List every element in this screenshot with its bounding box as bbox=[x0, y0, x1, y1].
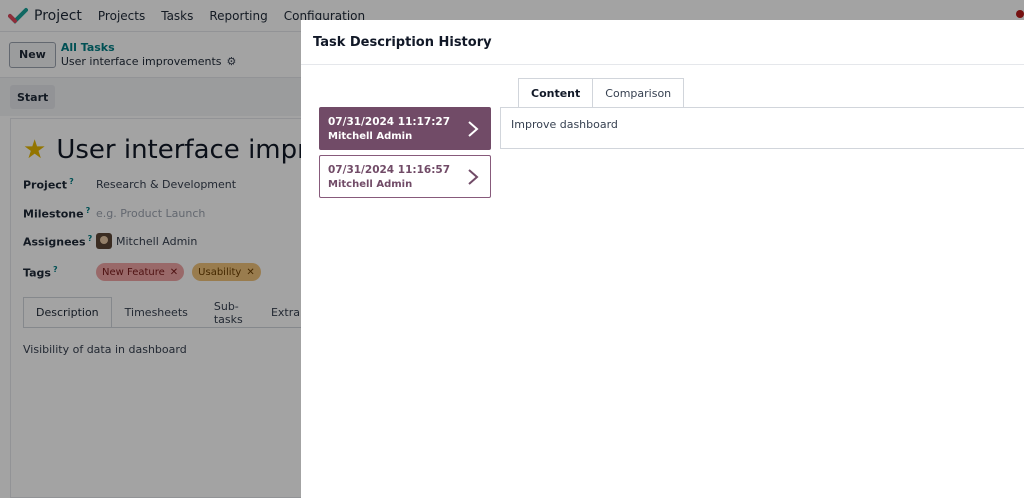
revision-user: Mitchell Admin bbox=[328, 131, 413, 142]
tab-content[interactable]: Content bbox=[518, 78, 594, 108]
description-history-dialog: Task Description History 07/31/2024 11:1… bbox=[301, 20, 1024, 498]
chevron-right-icon bbox=[466, 168, 480, 186]
chevron-right-icon bbox=[466, 120, 480, 138]
revision-content-text: Improve dashboard bbox=[511, 118, 618, 131]
tab-comparison[interactable]: Comparison bbox=[592, 78, 685, 108]
revision-content: Improve dashboard bbox=[500, 107, 1024, 149]
revision-item[interactable]: 07/31/2024 11:16:57 Mitchell Admin bbox=[319, 155, 491, 198]
revision-date: 07/31/2024 11:16:57 bbox=[328, 164, 451, 176]
revision-date: 07/31/2024 11:17:27 bbox=[328, 116, 451, 128]
revision-item[interactable]: 07/31/2024 11:17:27 Mitchell Admin bbox=[319, 107, 491, 150]
modal-tabs: Content Comparison bbox=[518, 78, 685, 108]
revision-list: 07/31/2024 11:17:27 Mitchell Admin 07/31… bbox=[319, 107, 491, 203]
modal-header: Task Description History bbox=[301, 20, 1024, 65]
modal-title: Task Description History bbox=[313, 34, 492, 50]
revision-user: Mitchell Admin bbox=[328, 179, 413, 190]
